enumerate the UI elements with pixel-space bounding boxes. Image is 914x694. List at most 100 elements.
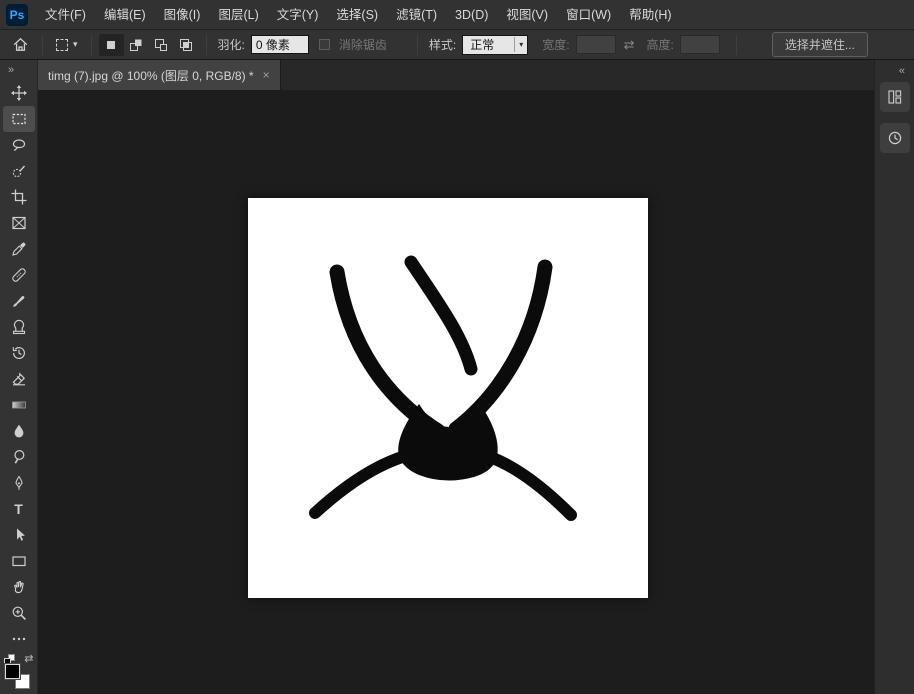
photoshop-logo: Ps <box>6 4 28 26</box>
marquee-preset-icon <box>56 39 68 51</box>
menu-item-image[interactable]: 图像(I) <box>155 0 210 30</box>
menu-item-select[interactable]: 选择(S) <box>327 0 387 30</box>
menu-item-filter[interactable]: 滤镜(T) <box>387 0 446 30</box>
menu-item-view[interactable]: 视图(V) <box>497 0 557 30</box>
separator <box>42 35 43 55</box>
intersect-selection-icon <box>178 37 194 53</box>
select-and-mask-button[interactable]: 选择并遮住... <box>772 32 868 57</box>
separator <box>417 35 418 55</box>
panel-dock: « <box>874 60 914 694</box>
new-selection-button[interactable] <box>99 34 124 56</box>
eyedropper-tool-icon <box>11 241 27 257</box>
style-select-value: 正常 <box>470 36 494 53</box>
document-tab-title: timg (7).jpg @ 100% (图层 0, RGB/8) * <box>48 67 254 84</box>
chevron-down-icon: ▾ <box>514 37 527 52</box>
blur-tool[interactable] <box>3 418 35 444</box>
feather-label: 羽化: <box>218 36 245 53</box>
gradient-tool-icon <box>11 397 27 413</box>
selection-mode-group <box>99 34 199 56</box>
tool-options-bar: ▾ 羽化: <box>0 30 914 60</box>
separator <box>91 35 92 55</box>
document-tab[interactable]: timg (7).jpg @ 100% (图层 0, RGB/8) * × <box>38 60 281 90</box>
pen-tool-icon <box>11 475 27 491</box>
hand-tool-icon <box>11 579 27 595</box>
dodge-tool-icon <box>11 449 27 465</box>
crop-tool-icon <box>11 189 27 205</box>
type-tool[interactable]: T <box>3 496 35 522</box>
zoom-tool[interactable] <box>3 600 35 626</box>
path-selection-tool[interactable] <box>3 522 35 548</box>
rectangular-marquee-tool-icon <box>11 111 27 127</box>
height-input[interactable] <box>680 35 720 54</box>
frame-tool[interactable] <box>3 210 35 236</box>
new-selection-icon <box>103 37 119 53</box>
add-to-selection-button[interactable] <box>124 34 149 56</box>
antialias-label: 消除锯齿 <box>339 36 387 53</box>
gradient-tool[interactable] <box>3 392 35 418</box>
rectangle-tool[interactable] <box>3 548 35 574</box>
close-tab-icon[interactable]: × <box>263 68 270 82</box>
tool-preset-picker[interactable]: ▾ <box>50 39 84 51</box>
color-swatch-cluster: ⇄ <box>4 654 34 694</box>
path-selection-tool-icon <box>11 527 27 543</box>
document-tab-bar: timg (7).jpg @ 100% (图层 0, RGB/8) * × <box>38 60 874 90</box>
tools-panel: » <box>0 60 38 694</box>
quick-selection-tool-icon <box>11 163 27 179</box>
expand-tools-panel-icon[interactable]: » <box>0 60 37 80</box>
style-select[interactable]: 正常 ▾ <box>462 35 528 55</box>
move-tool-icon <box>11 85 27 101</box>
eyedropper-tool[interactable] <box>3 236 35 262</box>
document-image[interactable] <box>248 198 648 598</box>
hand-tool[interactable] <box>3 574 35 600</box>
feather-input[interactable] <box>251 35 309 54</box>
history-brush-tool[interactable] <box>3 340 35 366</box>
menu-item-type[interactable]: 文字(Y) <box>268 0 328 30</box>
menu-item-help[interactable]: 帮助(H) <box>620 0 680 30</box>
menu-item-3d[interactable]: 3D(D) <box>446 0 497 30</box>
brush-tool[interactable] <box>3 288 35 314</box>
dodge-tool[interactable] <box>3 444 35 470</box>
foreground-color-swatch[interactable] <box>5 664 20 679</box>
eraser-tool[interactable] <box>3 366 35 392</box>
collapsed-panels-button[interactable] <box>880 82 910 112</box>
quick-selection-tool[interactable] <box>3 158 35 184</box>
pen-tool[interactable] <box>3 470 35 496</box>
menu-item-file[interactable]: 文件(F) <box>36 0 95 30</box>
home-button[interactable] <box>0 36 35 53</box>
move-tool[interactable] <box>3 80 35 106</box>
style-label: 样式: <box>429 36 456 53</box>
spot-healing-brush-tool-icon <box>11 267 27 283</box>
document-area: timg (7).jpg @ 100% (图层 0, RGB/8) * × <box>38 60 874 694</box>
separator <box>736 35 737 55</box>
type-tool-icon: T <box>14 501 23 517</box>
swap-colors-icon[interactable]: ⇄ <box>24 652 33 665</box>
lasso-tool-icon <box>11 137 27 153</box>
rectangular-marquee-tool[interactable] <box>3 106 35 132</box>
menu-item-window[interactable]: 窗口(W) <box>557 0 620 30</box>
menu-item-layer[interactable]: 图层(L) <box>209 0 267 30</box>
collapse-panels-icon[interactable]: « <box>899 60 914 82</box>
lasso-tool[interactable] <box>3 132 35 158</box>
ellipsis-icon <box>11 631 27 647</box>
edit-toolbar-button[interactable] <box>3 626 35 652</box>
swap-width-height-icon[interactable]: ⇄ <box>616 37 643 53</box>
add-selection-icon <box>128 37 144 53</box>
brush-tool-icon <box>11 293 27 309</box>
rectangle-tool-icon <box>11 553 27 569</box>
width-label: 宽度: <box>542 36 569 53</box>
crop-tool[interactable] <box>3 184 35 210</box>
history-panel-button[interactable] <box>880 123 910 153</box>
separator <box>206 35 207 55</box>
canvas-area[interactable] <box>38 90 874 694</box>
width-input[interactable] <box>576 35 616 54</box>
intersect-selection-button[interactable] <box>174 34 199 56</box>
black-abstract-shape <box>248 198 648 598</box>
spot-healing-brush-tool[interactable] <box>3 262 35 288</box>
blur-tool-icon <box>11 423 27 439</box>
clone-stamp-tool[interactable] <box>3 314 35 340</box>
frame-tool-icon <box>11 215 27 231</box>
clone-stamp-tool-icon <box>11 319 27 335</box>
subtract-from-selection-button[interactable] <box>149 34 174 56</box>
menu-item-edit[interactable]: 编辑(E) <box>95 0 155 30</box>
antialias-checkbox[interactable] <box>319 39 330 50</box>
